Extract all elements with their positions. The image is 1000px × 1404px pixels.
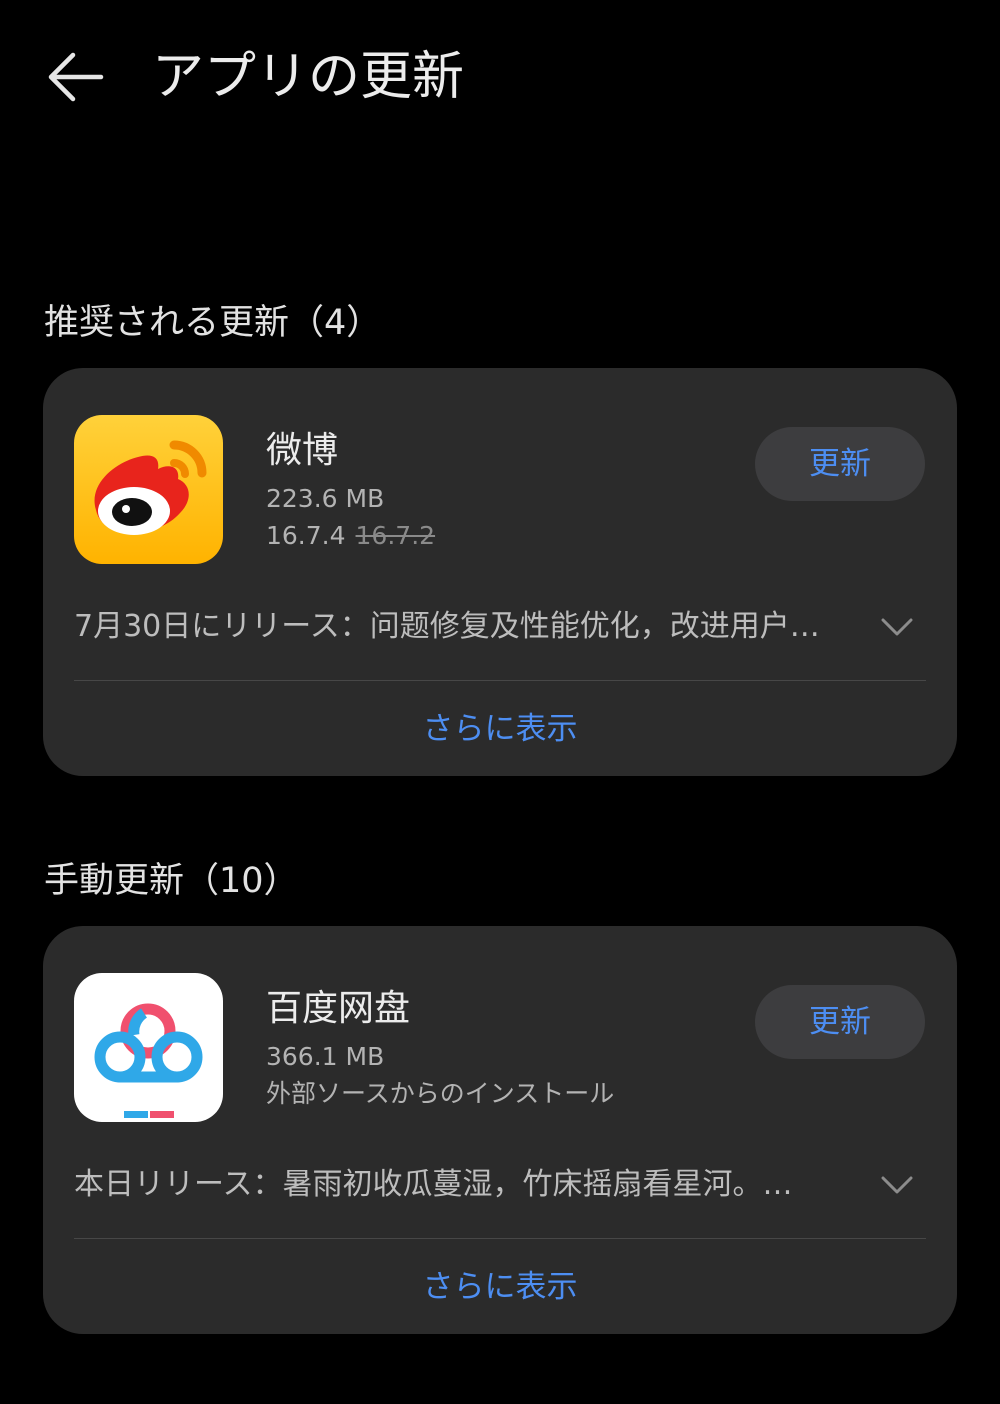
app-size: 366.1 MB: [266, 1042, 385, 1071]
update-button[interactable]: 更新: [755, 985, 925, 1059]
release-notes-row[interactable]: 本日リリース：暑雨初收瓜蔓湿，竹床摇扇看星河。…: [74, 1162, 926, 1208]
page-title: アプリの更新: [152, 47, 465, 107]
app-version: 16.7.4 16.7.2: [266, 519, 435, 553]
app-source: 外部ソースからのインストール: [266, 1079, 615, 1108]
show-more-link[interactable]: さらに表示: [43, 704, 957, 754]
arrow-left-icon: [48, 52, 104, 102]
app-name: 百度网盘: [266, 988, 411, 1029]
divider: [74, 680, 926, 681]
top-app-bar: アプリの更新: [0, 0, 1000, 160]
app-card-weibo: 微博 223.6 MB 16.7.4 16.7.2 更新 7月30日にリリース：问…: [43, 368, 957, 776]
section-title-recommended: 推奨される更新（4）: [44, 303, 382, 343]
back-button[interactable]: [40, 44, 110, 110]
old-version: 16.7.2: [355, 521, 436, 550]
divider: [74, 1238, 926, 1239]
show-more-link[interactable]: さらに表示: [43, 1262, 957, 1312]
update-button[interactable]: 更新: [755, 427, 925, 501]
weibo-logo-icon[interactable]: [74, 415, 223, 564]
release-notes-row[interactable]: 7月30日にリリース：问题修复及性能优化，改进用户…: [74, 604, 926, 650]
chevron-down-icon[interactable]: [880, 1170, 914, 1200]
new-version: 16.7.4: [266, 521, 346, 550]
app-size: 223.6 MB: [266, 484, 385, 513]
section-title-manual: 手動更新（10）: [44, 861, 299, 901]
release-notes: 本日リリース：暑雨初收瓜蔓湿，竹床摇扇看星河。…: [74, 1167, 793, 1202]
app-name: 微博: [266, 430, 339, 471]
app-card-baidu-netdisk: 百度网盘 366.1 MB 外部ソースからのインストール 更新 本日リリース：暑…: [43, 926, 957, 1334]
baidu-netdisk-logo-icon[interactable]: [74, 973, 223, 1122]
chevron-down-icon[interactable]: [880, 612, 914, 642]
release-notes: 7月30日にリリース：问题修复及性能优化，改进用户…: [74, 609, 820, 644]
